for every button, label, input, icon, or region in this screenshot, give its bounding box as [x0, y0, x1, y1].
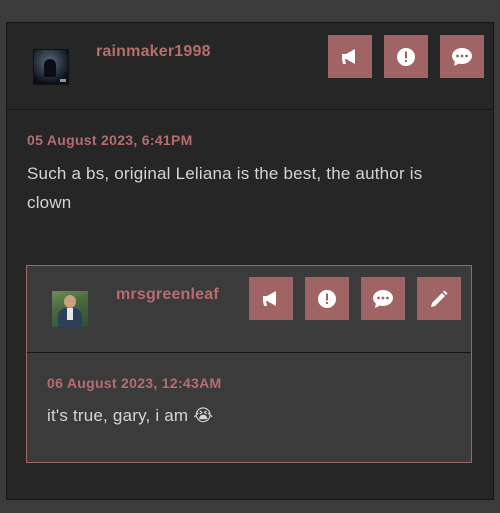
reply-announce-button[interactable] — [249, 277, 293, 320]
report-button[interactable] — [384, 35, 428, 78]
avatar-tag — [60, 79, 66, 82]
megaphone-icon — [261, 290, 281, 308]
reply-user-avatar[interactable] — [52, 291, 88, 327]
edit-button[interactable] — [417, 277, 461, 320]
reply-report-button[interactable] — [305, 277, 349, 320]
report-icon — [396, 47, 416, 67]
reply-reply-button[interactable] — [361, 277, 405, 320]
comment-text: Such a bs, original Leliana is the best,… — [27, 164, 423, 212]
megaphone-icon — [340, 48, 360, 66]
reply-username-link[interactable]: mrsgreenleaf — [116, 286, 219, 304]
reply-date: 06 August 2023, 12:43AM — [47, 375, 222, 391]
announce-button[interactable] — [328, 35, 372, 78]
reply-card: mrsgreenleaf 06 August 2023, 12:43AM it'… — [26, 265, 472, 463]
reply-button[interactable] — [440, 35, 484, 78]
comment-header: rainmaker1998 — [7, 23, 493, 110]
reply-text: it's true, gary, i am 😭 — [47, 406, 214, 425]
user-avatar[interactable] — [33, 49, 69, 85]
edit-icon — [429, 289, 449, 309]
avatar-figure — [44, 59, 56, 77]
username-link[interactable]: rainmaker1998 — [96, 43, 211, 61]
reply-header: mrsgreenleaf — [27, 266, 471, 353]
reply-icon — [451, 47, 473, 67]
comment-date: 05 August 2023, 6:41PM — [27, 132, 193, 148]
reply-icon — [372, 289, 394, 309]
avatar-shirt — [67, 308, 73, 320]
avatar-head — [64, 295, 76, 308]
report-icon — [317, 289, 337, 309]
